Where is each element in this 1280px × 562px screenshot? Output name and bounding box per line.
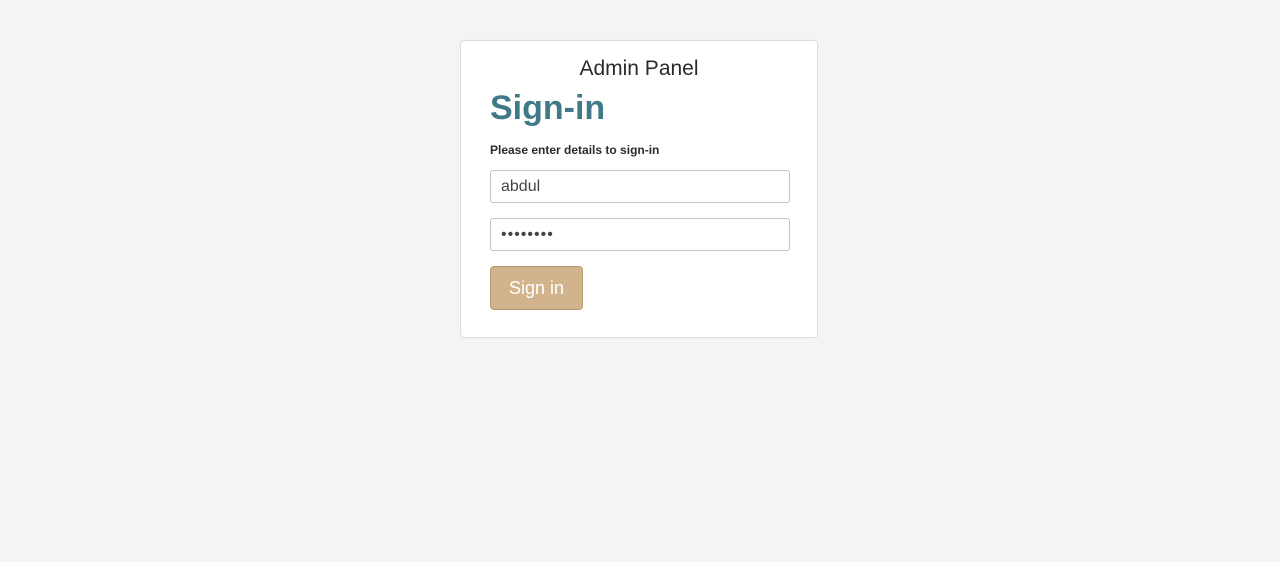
login-card: Admin Panel Sign-in Please enter details… — [460, 40, 818, 338]
signin-instructions: Please enter details to sign-in — [490, 143, 660, 157]
panel-title: Admin Panel — [579, 57, 699, 80]
signin-button[interactable]: Sign in — [490, 266, 583, 310]
signin-heading: Sign-in — [490, 89, 606, 127]
username-input[interactable] — [490, 170, 790, 203]
password-input[interactable] — [490, 218, 790, 251]
